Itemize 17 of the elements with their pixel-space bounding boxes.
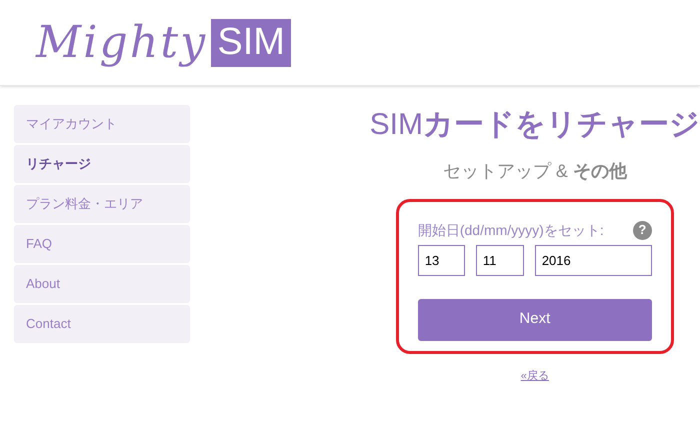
field-label: 開始日(dd/mm/yyyy)をセット:	[418, 220, 604, 240]
page-title: SIMカードをリチャージ	[370, 107, 700, 143]
sidebar-item[interactable]: プラン料金・エリア	[14, 185, 190, 223]
sidebar-item[interactable]: Contact	[14, 305, 190, 343]
sidebar-item[interactable]: リチャージ	[14, 145, 190, 183]
sidebar-item[interactable]: About	[14, 265, 190, 303]
sidebar-item[interactable]: FAQ	[14, 225, 190, 263]
logo-wordmark: Mighty	[36, 20, 208, 64]
next-button[interactable]: Next	[418, 298, 652, 340]
sidebar-item[interactable]: マイアカウント	[14, 105, 190, 143]
logo-badge: SIM	[211, 18, 291, 66]
date-input[interactable]: 11	[476, 244, 524, 276]
date-input[interactable]: 2016	[534, 244, 652, 276]
back-link[interactable]: «戻る	[520, 368, 549, 384]
date-input[interactable]: 13	[418, 244, 465, 276]
page-subtitle: セットアップ & その他	[442, 160, 627, 182]
help-button[interactable]: ?	[632, 220, 652, 240]
